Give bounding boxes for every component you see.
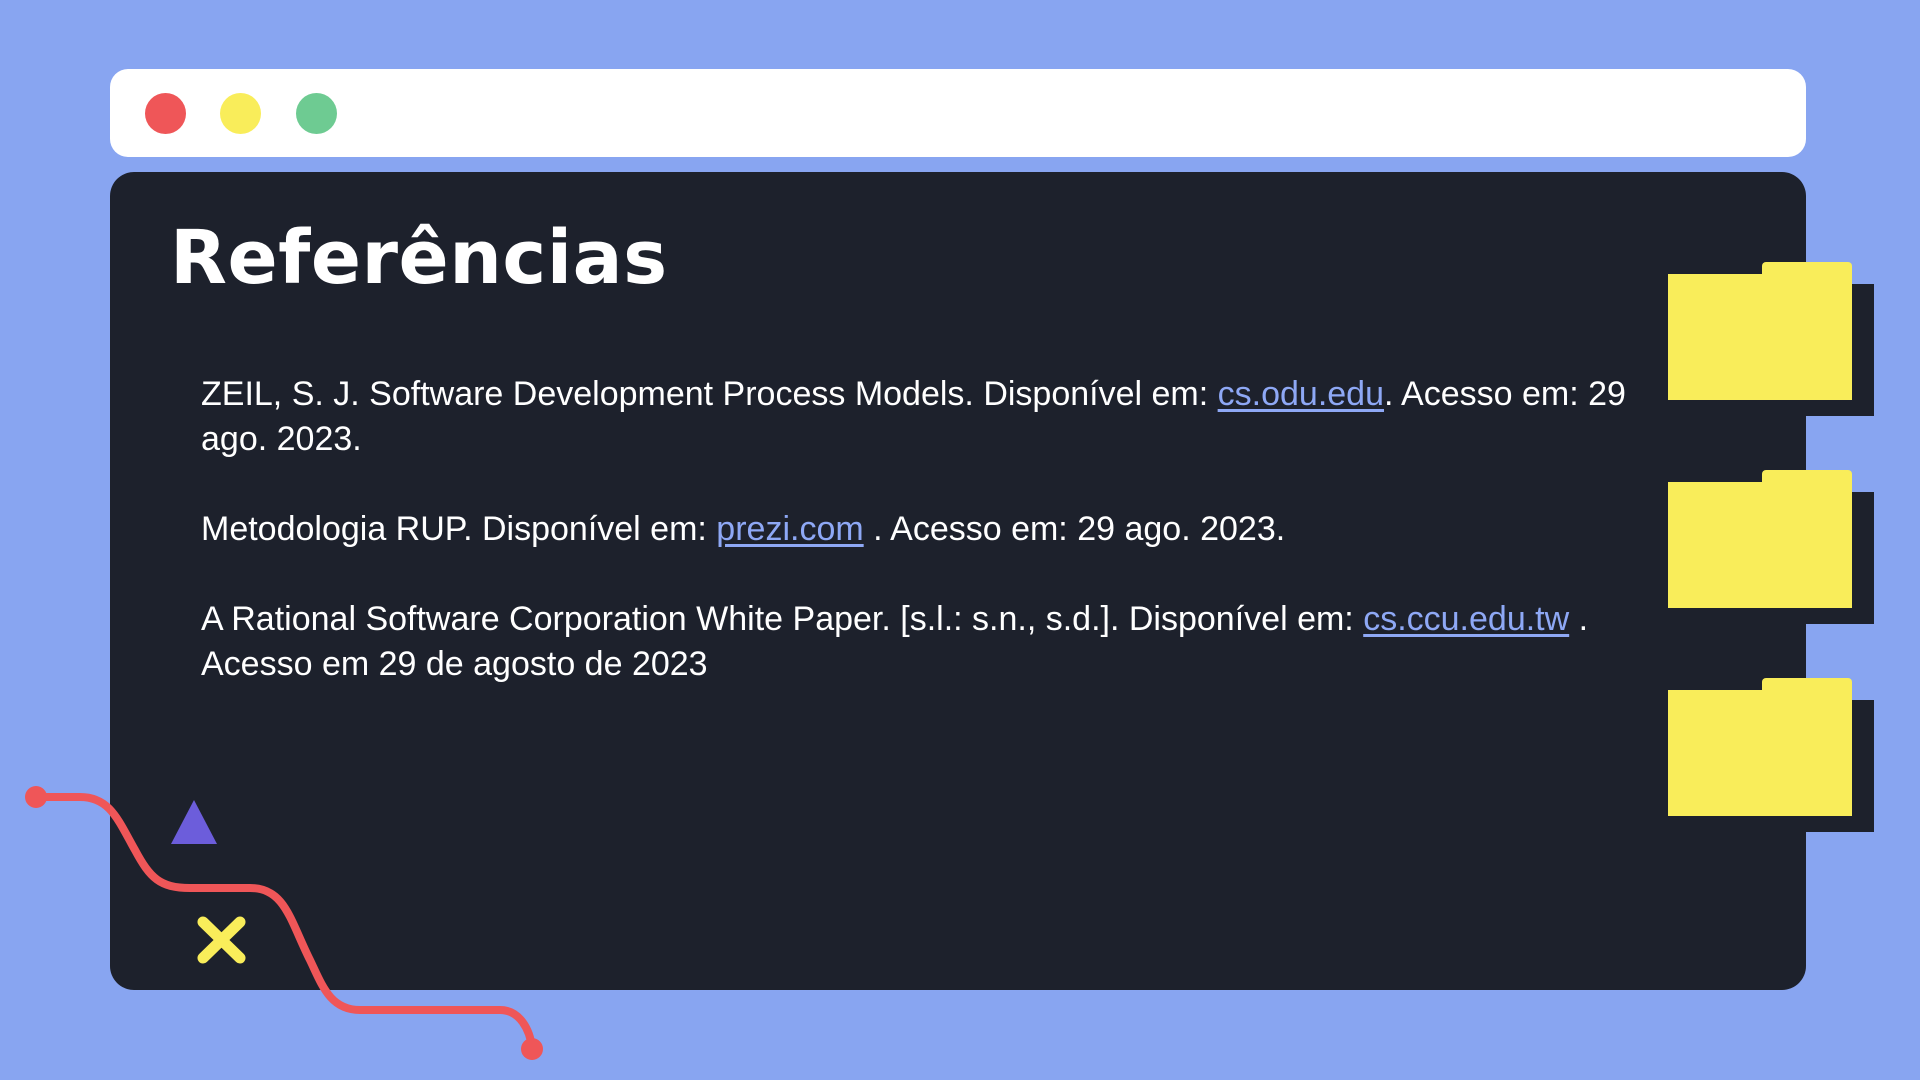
x-mark-icon bbox=[197, 916, 246, 964]
line-end-dot bbox=[521, 1038, 543, 1060]
curved-line bbox=[32, 793, 536, 1052]
decorations-layer bbox=[25, 786, 543, 1060]
line-start-dot bbox=[25, 786, 47, 808]
triangle-icon bbox=[171, 800, 217, 844]
slide-canvas: Referências ZEIL, S. J. Software Develop… bbox=[0, 0, 1920, 1080]
